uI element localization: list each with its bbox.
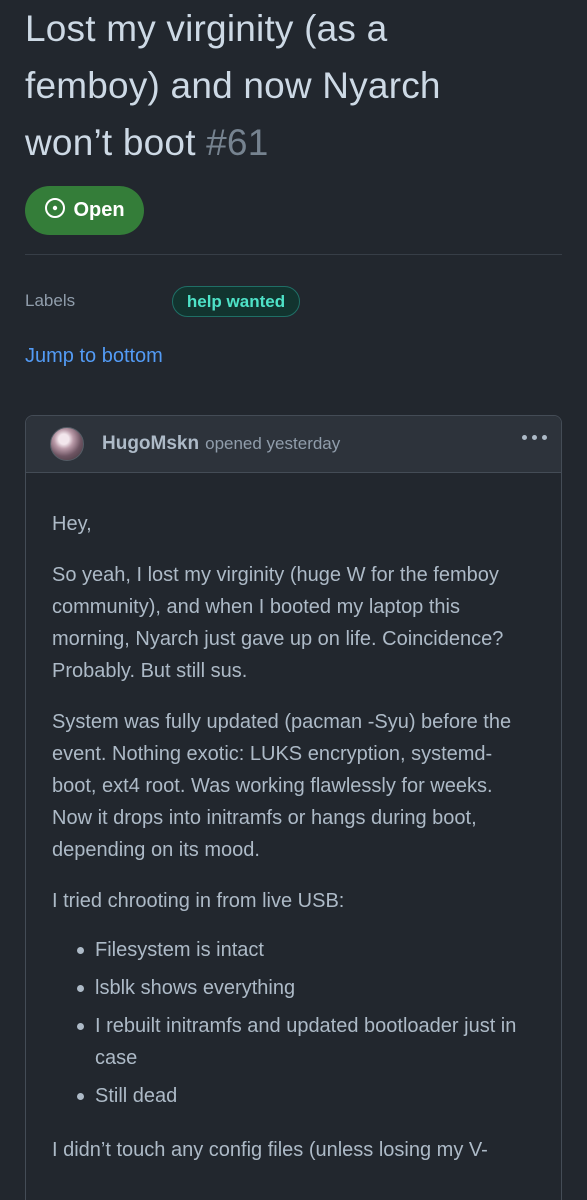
header-divider [25,254,562,255]
comment-paragraph: Hey, [52,513,92,535]
issue-comment: HugoMskn opened yesterday Hey, So yeah, … [25,415,562,1200]
issue-title-line-3: won’t boot [25,122,196,163]
comment-paragraph: I tried chrooting in from live USB: [52,890,345,912]
comment-paragraph: I didn’t touch any config files (unless … [52,1139,488,1161]
comment-list: Filesystem is intact lsblk shows everyth… [52,934,535,1112]
issue-opened-icon [44,197,66,225]
labels-heading: Labels [25,291,76,310]
comment-author[interactable]: HugoMskn [102,433,199,455]
list-item: Filesystem is intact [52,934,535,966]
issue-state-badge: Open [25,186,144,235]
list-item: Still dead [52,1080,535,1112]
issue-number: #61 [206,122,269,163]
issue-title-line-2: femboy) and now Nyarch [25,65,441,106]
issue-page: Lost my virginity (as a femboy) and now … [0,0,587,1200]
issue-title: Lost my virginity (as a femboy) and now … [25,0,570,171]
list-item: lsblk shows everything [52,972,535,1004]
list-item: I rebuilt initramfs and updated bootload… [52,1010,535,1074]
comment-paragraph: So yeah, I lost my virginity (huge W for… [52,564,504,682]
comment-paragraph: System was fully updated (pacman -Syu) b… [52,711,512,861]
comment-timestamp[interactable]: opened yesterday [205,434,340,454]
kebab-horizontal-icon[interactable] [522,435,547,440]
label-help-wanted[interactable]: help wanted [172,286,300,317]
issue-state-label: Open [73,199,125,221]
issue-title-line-1: Lost my virginity (as a [25,8,388,49]
jump-to-bottom-link[interactable]: Jump to bottom [25,345,163,368]
comment-header: HugoMskn opened yesterday [26,416,561,473]
comment-body: Hey, So yeah, I lost my virginity (huge … [26,473,561,1166]
author-avatar[interactable] [50,427,84,461]
